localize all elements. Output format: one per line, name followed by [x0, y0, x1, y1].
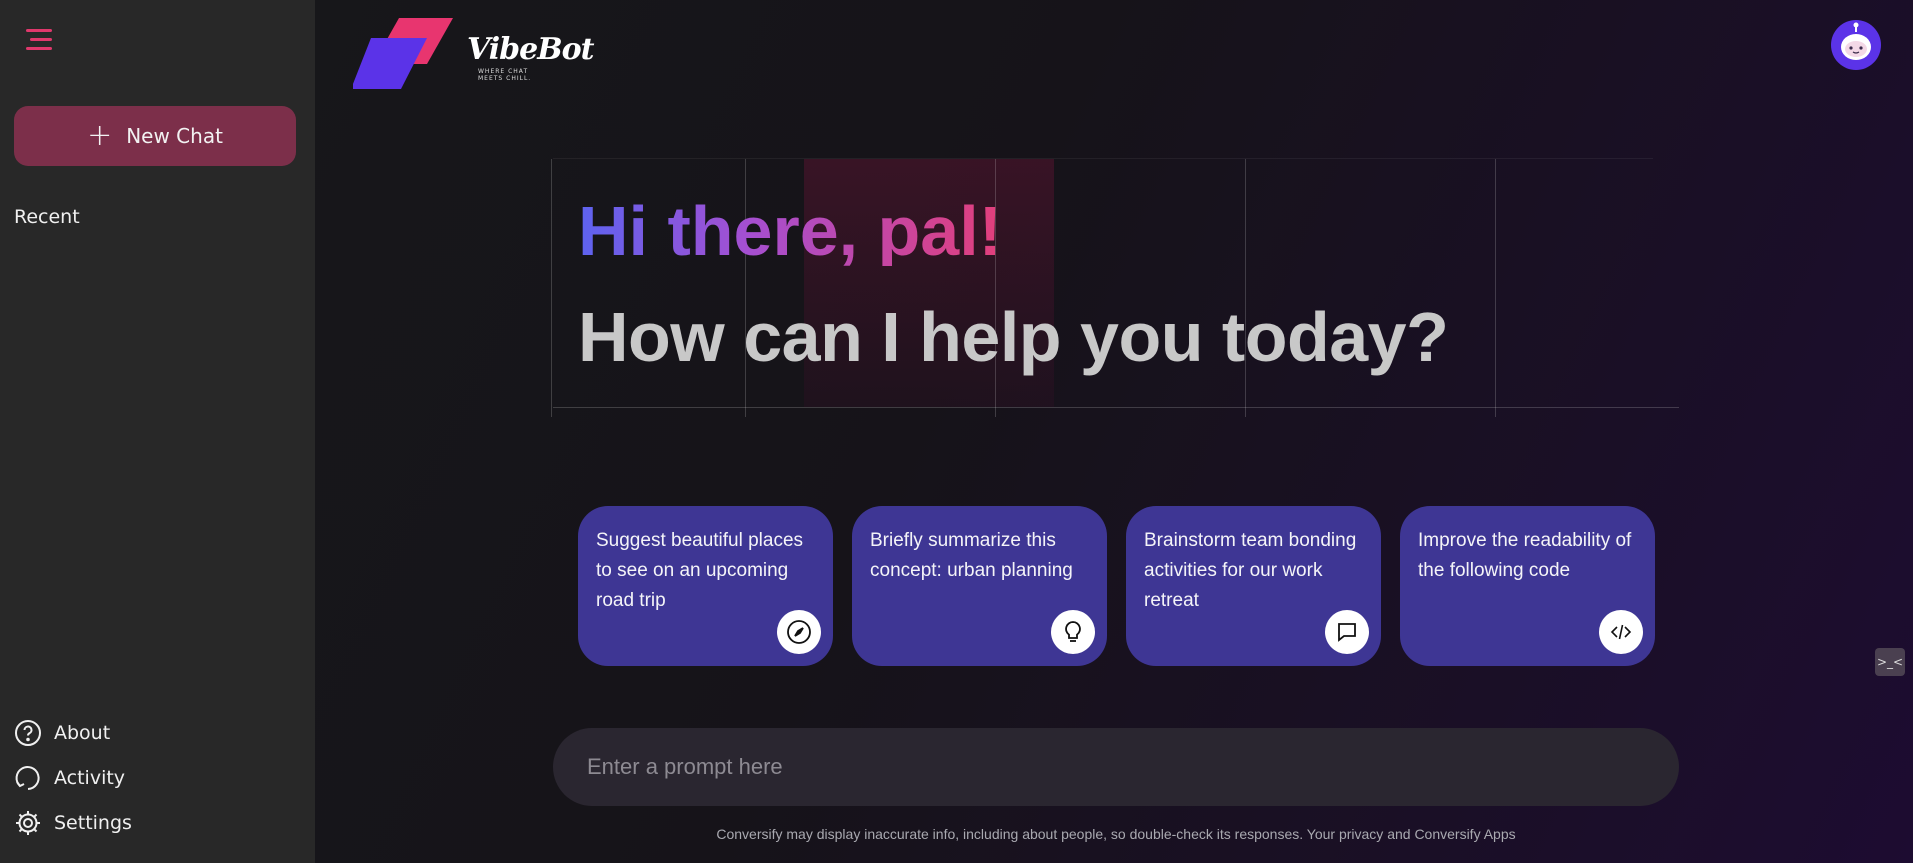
history-icon	[15, 765, 40, 790]
new-chat-button[interactable]: + New Chat	[14, 106, 296, 166]
sidebar-item-settings[interactable]: Settings	[14, 800, 132, 845]
grid-line	[551, 159, 552, 417]
compass-icon	[777, 610, 821, 654]
code-icon	[1599, 610, 1643, 654]
prompt-input[interactable]	[553, 728, 1679, 806]
grid-line	[1245, 159, 1246, 417]
suggestion-card-code-readability[interactable]: Improve the readability of the following…	[1400, 506, 1655, 666]
card-text: Suggest beautiful places to see on an up…	[596, 530, 804, 611]
greeting-subtitle: How can I help you today?	[578, 298, 1449, 376]
logo-tagline: WHERE CHAT MEETS CHILL.	[478, 68, 532, 82]
menu-icon[interactable]	[22, 26, 54, 54]
suggestion-card-team-bonding[interactable]: Brainstorm team bonding activities for o…	[1126, 506, 1381, 666]
logo[interactable]: VibeBot WHERE CHAT MEETS CHILL.	[351, 16, 594, 92]
chat-bubble-icon	[1325, 610, 1369, 654]
sidebar-item-about[interactable]: About	[14, 710, 132, 755]
expand-icon[interactable]: >_<	[1875, 648, 1905, 676]
greeting-title: Hi there, pal!	[578, 192, 1002, 270]
disclaimer-text: Conversify may display inaccurate info, …	[716, 826, 1516, 842]
robot-avatar-icon	[1841, 22, 1871, 60]
avatar[interactable]	[1831, 20, 1881, 70]
sidebar-nav: About Activity Settings	[14, 710, 132, 845]
card-text: Improve the readability of the following…	[1418, 530, 1632, 581]
sidebar: + New Chat Recent About Activity Setting…	[0, 0, 315, 863]
card-text: Briefly summarize this concept: urban pl…	[870, 530, 1073, 581]
main-area: VibeBot WHERE CHAT MEETS CHILL. Hi there…	[315, 0, 1913, 863]
plus-icon: +	[87, 118, 113, 153]
gear-icon	[16, 810, 40, 835]
suggestion-card-urban-planning[interactable]: Briefly summarize this concept: urban pl…	[852, 506, 1107, 666]
lightbulb-icon	[1051, 610, 1095, 654]
sidebar-item-label: About	[54, 721, 111, 744]
sidebar-item-label: Settings	[54, 811, 132, 834]
help-circle-icon	[15, 719, 41, 746]
grid-line	[553, 407, 1679, 408]
logo-text: VibeBot	[467, 32, 594, 67]
grid-line	[1495, 159, 1496, 417]
sidebar-item-activity[interactable]: Activity	[14, 755, 132, 800]
card-text: Brainstorm team bonding activities for o…	[1144, 530, 1357, 611]
suggestion-card-road-trip[interactable]: Suggest beautiful places to see on an up…	[578, 506, 833, 666]
sidebar-item-label: Activity	[54, 766, 126, 789]
suggestion-cards: Suggest beautiful places to see on an up…	[578, 506, 1655, 666]
recent-heading: Recent	[14, 206, 80, 228]
new-chat-label: New Chat	[126, 124, 223, 148]
